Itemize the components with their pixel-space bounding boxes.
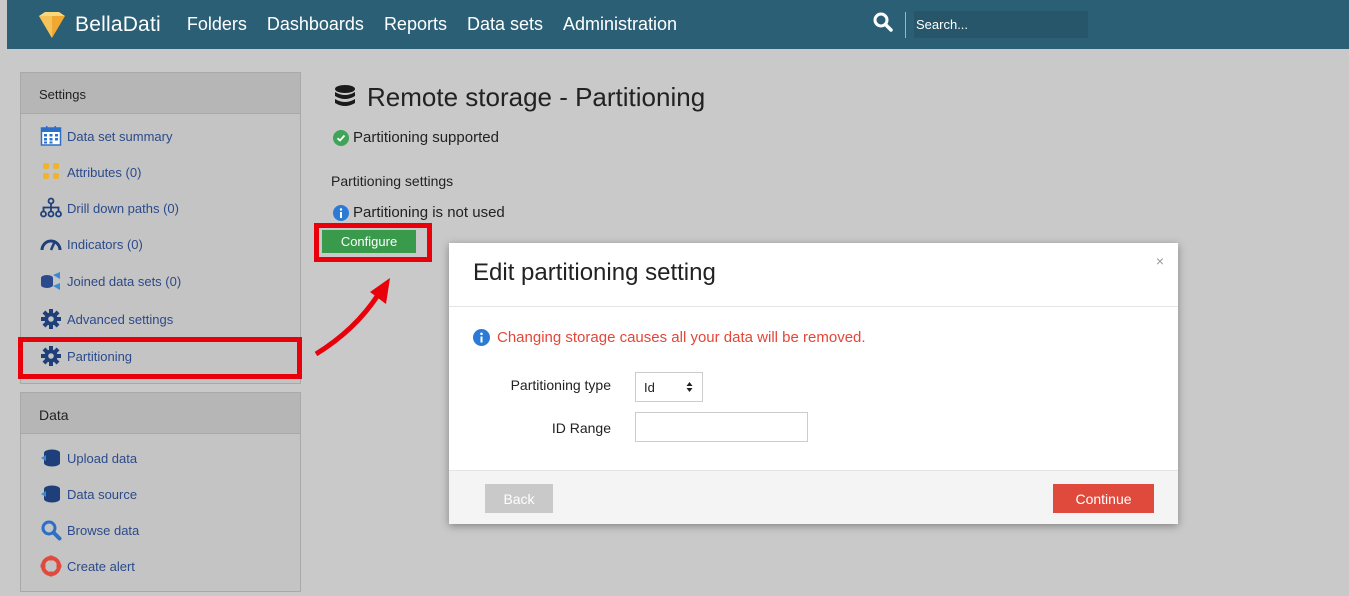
gear-icon [39,308,63,330]
search-input[interactable] [914,11,1088,38]
search-icon[interactable] [873,12,893,37]
sidebar-item-label: Joined data sets (0) [67,273,182,289]
nav-data-sets[interactable]: Data sets [467,14,543,35]
sidebar-item-create-alert[interactable]: Create alert [39,555,135,577]
sidebar-item-attributes[interactable]: Attributes (0) [39,161,141,183]
sidebar-item-label: Advanced settings [67,311,174,327]
sidebar-item-label: Upload data [67,450,138,466]
dots-grid-icon [39,161,63,183]
continue-button[interactable]: Continue [1053,484,1154,513]
page-title-text: Remote storage - Partitioning [367,82,706,112]
nav-dashboards[interactable]: Dashboards [267,14,364,35]
warning-text: Changing storage causes all your data wi… [497,329,866,346]
id-range-label: ID Range [551,420,611,436]
sidebar-item-label: Data set summary [67,128,173,144]
sidebar-item-drill-down-paths[interactable]: Drill down paths (0) [39,197,179,219]
search-icon [39,519,63,541]
hierarchy-icon [39,197,63,219]
top-navbar: BellaDati Folders Dashboards Reports Dat… [7,0,1349,49]
check-circle-icon [333,129,349,146]
nav-reports[interactable]: Reports [384,14,447,35]
info-icon [473,329,490,346]
sidebar-item-label: Create alert [67,558,135,574]
belladati-logo-icon [39,11,65,38]
sidebar-item-joined-data-sets[interactable]: Joined data sets (0) [39,270,181,292]
sidebar-item-indicators[interactable]: Indicators (0) [39,233,143,255]
data-panel: Data Upload data Data source Browse data… [20,392,301,592]
sidebar-item-upload-data[interactable]: Upload data [39,447,137,469]
settings-header: Settings [21,73,300,114]
storage-warning: Changing storage causes all your data wi… [473,329,866,346]
partitioning-not-used-status: Partitioning is not used [333,204,505,221]
search-area [873,11,1088,38]
close-icon[interactable]: × [1156,253,1164,269]
search-divider [905,11,906,38]
join-icon [39,270,63,292]
nav-administration[interactable]: Administration [563,14,677,35]
info-icon [333,204,349,221]
partitioning-supported-status: Partitioning supported [333,129,499,146]
partitioning-highlight-box [18,337,302,379]
sidebar-item-label: Browse data [67,522,140,538]
data-header: Data [21,393,300,434]
sidebar-item-label: Attributes (0) [67,164,142,180]
edit-partitioning-modal: Edit partitioning setting × Changing sto… [449,243,1178,524]
database-upload-icon [39,447,63,469]
gauge-icon [39,233,63,255]
database-icon [335,84,355,106]
configure-highlight-box [314,223,432,262]
modal-footer: Back Continue [449,471,1178,524]
id-range-input[interactable] [635,412,808,442]
calendar-grid-icon [39,125,63,147]
sidebar-item-label: Data source [67,486,138,502]
partitioning-type-value: Id [644,379,655,395]
nav-folders[interactable]: Folders [187,14,247,35]
modal-header-divider [449,306,1178,307]
sidebar-item-data-set-summary[interactable]: Data set summary [39,125,172,147]
annotation-arrow-icon [314,278,390,357]
sidebar-item-data-source[interactable]: Data source [39,483,137,505]
sidebar-item-advanced-settings[interactable]: Advanced settings [39,308,173,330]
brand-name: BellaDati [75,12,161,36]
partitioning-type-label: Partitioning type [510,377,611,393]
partitioning-type-select[interactable]: Id [635,372,703,402]
modal-title: Edit partitioning setting [473,259,716,286]
brand-logo[interactable]: BellaDati [35,8,161,42]
select-arrows-icon [686,382,693,392]
supported-text: Partitioning supported [353,129,499,146]
page-title: Remote storage - Partitioning [333,82,705,113]
partitioning-settings-label: Partitioning settings [331,173,454,189]
sidebar-item-browse-data[interactable]: Browse data [39,519,139,541]
sidebar-item-label: Drill down paths (0) [67,200,179,216]
back-button[interactable]: Back [485,484,553,513]
sidebar-item-label: Indicators (0) [67,236,143,252]
alert-icon [39,555,63,577]
not-used-text: Partitioning is not used [353,204,505,221]
database-source-icon [39,483,63,505]
